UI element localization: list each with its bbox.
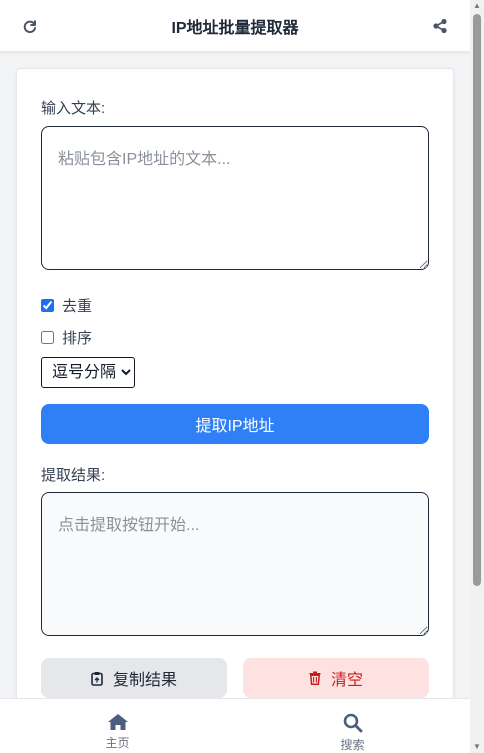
home-icon [107, 714, 128, 730]
clipboard-icon [91, 671, 103, 686]
share-button[interactable] [430, 16, 450, 36]
trash-icon [309, 671, 321, 685]
refresh-icon [23, 20, 36, 34]
nav-search-label: 搜索 [340, 738, 365, 752]
page-title: IP地址批量提取器 [171, 19, 299, 37]
scroll-down-arrow-icon[interactable]: ▼ [473, 743, 481, 751]
extract-button[interactable]: 提取IP地址 [41, 404, 429, 444]
extract-button-label: 提取IP地址 [195, 418, 275, 435]
top-bar: IP地址批量提取器 [0, 0, 470, 52]
scrollbar-thumb[interactable] [473, 14, 481, 586]
input-label: 输入文本: [41, 100, 106, 117]
copy-button[interactable]: 复制结果 [41, 658, 227, 698]
action-buttons: 复制结果 清空 [41, 658, 429, 698]
copy-button-label: 复制结果 [112, 672, 177, 689]
nav-item-search[interactable]: 搜索 [235, 699, 470, 753]
nav-item-home[interactable]: 主页 [0, 699, 235, 753]
result-label: 提取结果: [41, 467, 106, 484]
share-icon [433, 18, 447, 34]
sort-checkbox[interactable] [41, 331, 54, 344]
scroll-up-arrow-icon[interactable]: ▲ [473, 2, 481, 10]
clear-button[interactable]: 清空 [243, 658, 429, 698]
input-textarea[interactable] [41, 126, 429, 270]
result-textarea[interactable] [41, 492, 429, 636]
app: IP地址批量提取器 输入文本: 去重 排序 逗号分隔 提取IP地址 [0, 0, 484, 753]
bottom-nav: 主页 搜索 [0, 698, 470, 753]
search-icon [343, 713, 362, 733]
nav-home-label: 主页 [105, 736, 130, 750]
sort-option[interactable]: 排序 [41, 327, 92, 348]
separator-select[interactable]: 逗号分隔 [41, 357, 135, 388]
dedupe-label: 去重 [62, 298, 93, 315]
refresh-button[interactable] [20, 16, 40, 36]
page-scrollbar[interactable]: ▲ ▼ [470, 0, 484, 753]
clear-button-label: 清空 [330, 672, 363, 689]
dedupe-option[interactable]: 去重 [41, 295, 92, 316]
dedupe-checkbox[interactable] [41, 299, 54, 312]
extractor-card: 输入文本: 去重 排序 逗号分隔 提取IP地址 提取结果: 复制 [16, 68, 454, 728]
sort-label: 排序 [62, 330, 93, 347]
